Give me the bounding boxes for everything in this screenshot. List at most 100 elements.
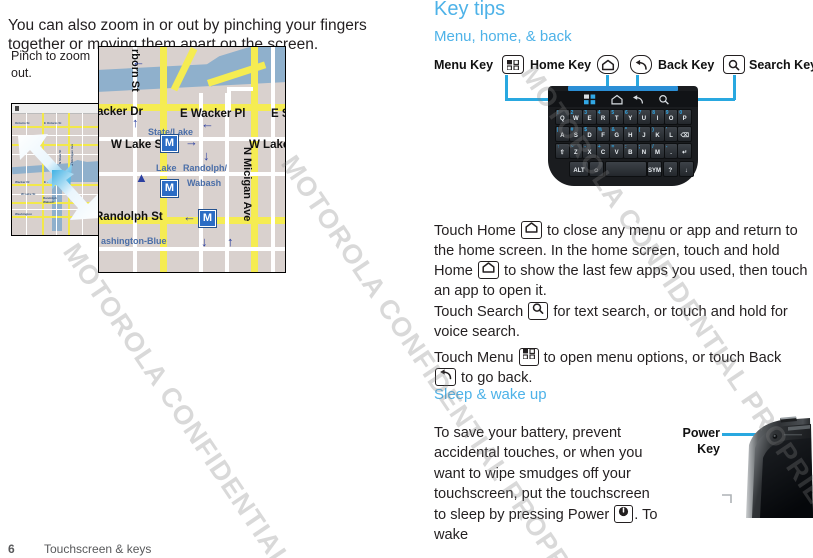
home-key-icon xyxy=(520,220,542,239)
keyboard-key-alt-label: 0 xyxy=(679,110,683,116)
subsection-heading-sleep-wake-up: Sleep & wake up xyxy=(434,386,547,403)
map-street xyxy=(271,47,275,272)
keyboard-key-alt-label: / xyxy=(652,144,654,150)
keyboard-key-alt-label: 8 xyxy=(652,110,655,116)
left-column: You can also zoom in or out by pinching … xyxy=(8,0,423,558)
map-transit-label: Randolph/ xyxy=(183,163,227,173)
keyboard-key-alt-label: : xyxy=(625,144,627,150)
keyboard-key[interactable]: SYM xyxy=(647,161,662,177)
keyboard-key[interactable]: 8I xyxy=(650,109,665,125)
keyboard-key[interactable]: (J xyxy=(636,126,652,142)
keyboard-key[interactable]: ↓ xyxy=(679,161,694,177)
map-direction-arrow-icon: ↓ xyxy=(203,148,210,163)
map-direction-arrow-icon: ▲ xyxy=(135,170,148,185)
callout-label-menu-key: Menu Key xyxy=(434,58,494,72)
keyboard-key-alt-label: 4 xyxy=(597,110,601,116)
keyboard-key-alt-label: ~ xyxy=(570,144,574,150)
footer-chapter-title: Touchscreen & keys xyxy=(44,542,152,556)
keyboard-key[interactable]: ⌫ xyxy=(677,126,692,142)
keyboard-key[interactable]: 3E xyxy=(582,109,597,125)
home-key-icon xyxy=(477,260,499,279)
keyboard-key-alt-label: # xyxy=(570,127,574,133)
keyboard-key-alt-label: | xyxy=(557,127,559,133)
keyboard-key[interactable]: ' L xyxy=(663,126,679,142)
keyboard-row: | A # S $ D% F & G * H(J) K ' L ⌫ xyxy=(555,126,692,142)
keyboard-key[interactable]: ↵ xyxy=(677,143,692,159)
keyboard-key[interactable]: 6Y xyxy=(623,109,638,125)
callout-label-back-key: Back Key xyxy=(658,58,715,72)
transit-station-badge: M xyxy=(199,210,216,227)
power-key-callout-line2: Key xyxy=(697,442,720,456)
keyboard-key[interactable]: ) K xyxy=(650,126,665,142)
keyboard-key[interactable]: 7U xyxy=(636,109,652,125)
keyboard-key-alt-label: ! xyxy=(557,110,559,116)
keyboard-key[interactable]: $ D xyxy=(582,126,597,142)
keyboard-key-alt-label: & xyxy=(611,127,616,133)
map-street xyxy=(99,247,285,251)
keyboard-key[interactable]: + C xyxy=(595,143,611,159)
keyboard-key[interactable]: & G xyxy=(609,126,624,142)
keyboard-key[interactable]: 9O xyxy=(663,109,679,125)
back-key-icon xyxy=(435,367,456,386)
text-fragment: Touch Search xyxy=(434,303,528,320)
keyboard-key-alt-label: - xyxy=(665,144,668,150)
map-direction-arrow-icon: ↑ xyxy=(227,234,234,249)
keyboard-key-alt-label: ' xyxy=(665,127,667,133)
keyboard-key[interactable]: / M xyxy=(650,143,665,159)
keyboard-key[interactable]: 0P xyxy=(677,109,692,125)
keyboard-key[interactable]: ! Q xyxy=(555,109,570,125)
keyboard-key[interactable]: * H xyxy=(623,126,638,142)
paragraph-menu-back-key: Touch Menu to open menu options, or touc… xyxy=(434,347,784,388)
map-label: Washington xyxy=(15,212,33,216)
keyboard-key[interactable]: # S xyxy=(568,126,584,142)
keyboard-key[interactable]: 4R xyxy=(595,109,611,125)
keyboard-key[interactable]: % F xyxy=(595,126,611,142)
keyboard-key-alt-label: = xyxy=(611,144,615,150)
keyboard-key[interactable]: -. xyxy=(663,143,679,159)
menu-key-icon[interactable] xyxy=(584,94,596,105)
keyboard-key[interactable]: :B xyxy=(623,143,638,159)
keyboard-key[interactable] xyxy=(605,161,647,177)
power-key-callout-label: Power Key xyxy=(662,425,720,457)
keyboard-key-alt-label: ) xyxy=(652,127,654,133)
keyboard-key-alt-label: 3 xyxy=(584,110,587,116)
phone-keyboard-illustration: ! Q 2 W 3 E 4 R 5 T 6 Y 7 U 8 I 9 O 0 P | A # S $ D% F & G * H(J) K ' L ⌫… xyxy=(548,86,698,186)
map-zoomed-in: rborn St acker Dr E Wacker Pl E S W Lake… xyxy=(98,46,286,273)
keyboard-key[interactable]: ? xyxy=(663,161,678,177)
leader-line-menu xyxy=(505,75,508,100)
back-key-icon[interactable] xyxy=(632,94,644,105)
menu-key-icon xyxy=(502,55,524,74)
callout-label-search-key: Search Key xyxy=(749,58,813,72)
map-label: N Micigan Ave xyxy=(241,147,253,222)
keyboard-key[interactable]: ☺ xyxy=(589,161,604,177)
text-fragment: Touch Menu xyxy=(434,349,518,366)
map-direction-arrow-icon: ↓ xyxy=(201,234,208,249)
nav-key-row xyxy=(548,91,698,107)
paragraph-sleep-wake: To save your battery, prevent accidental… xyxy=(434,423,659,546)
phone-product-photo xyxy=(722,416,813,518)
search-key-icon xyxy=(723,55,745,74)
text-fragment: Touch Home xyxy=(434,222,520,239)
keyboard-key[interactable]: ALT xyxy=(569,161,589,177)
map-street xyxy=(227,87,253,91)
map-transit-label: Lake xyxy=(156,163,177,173)
keyboard-key[interactable]: 2W xyxy=(568,109,584,125)
keyboard-key-alt-label: $ xyxy=(584,127,587,133)
home-key-icon[interactable] xyxy=(611,94,623,105)
keyboard-key-alt-label: ; xyxy=(638,144,641,150)
page-number: 6 xyxy=(8,542,15,556)
keyboard-key[interactable]: 5T xyxy=(609,109,624,125)
keyboard-key[interactable]: -X xyxy=(582,143,597,159)
keyboard-key[interactable]: | A xyxy=(555,126,570,142)
paragraph-search-key: Touch Search for text search, or touch a… xyxy=(434,301,813,342)
transit-station-badge: M xyxy=(161,135,178,152)
keyboard-key[interactable]: = V xyxy=(609,143,624,159)
pinch-arrow-icon xyxy=(52,170,100,220)
keyboard-key[interactable]: ; N xyxy=(636,143,652,159)
search-key-icon[interactable] xyxy=(658,94,670,105)
right-column: Key tips Menu, home, & back Menu Key Hom… xyxy=(434,0,813,558)
keyboard-key[interactable]: ↑ ⇧ xyxy=(555,143,570,159)
keyboard-row: ↑ ⇧ ~ Z - X + C = V: B; N / M -. ↵ xyxy=(555,143,692,159)
keyboard-key[interactable]: ~ Z xyxy=(568,143,584,159)
power-key-callout-line1: Power xyxy=(682,426,720,440)
